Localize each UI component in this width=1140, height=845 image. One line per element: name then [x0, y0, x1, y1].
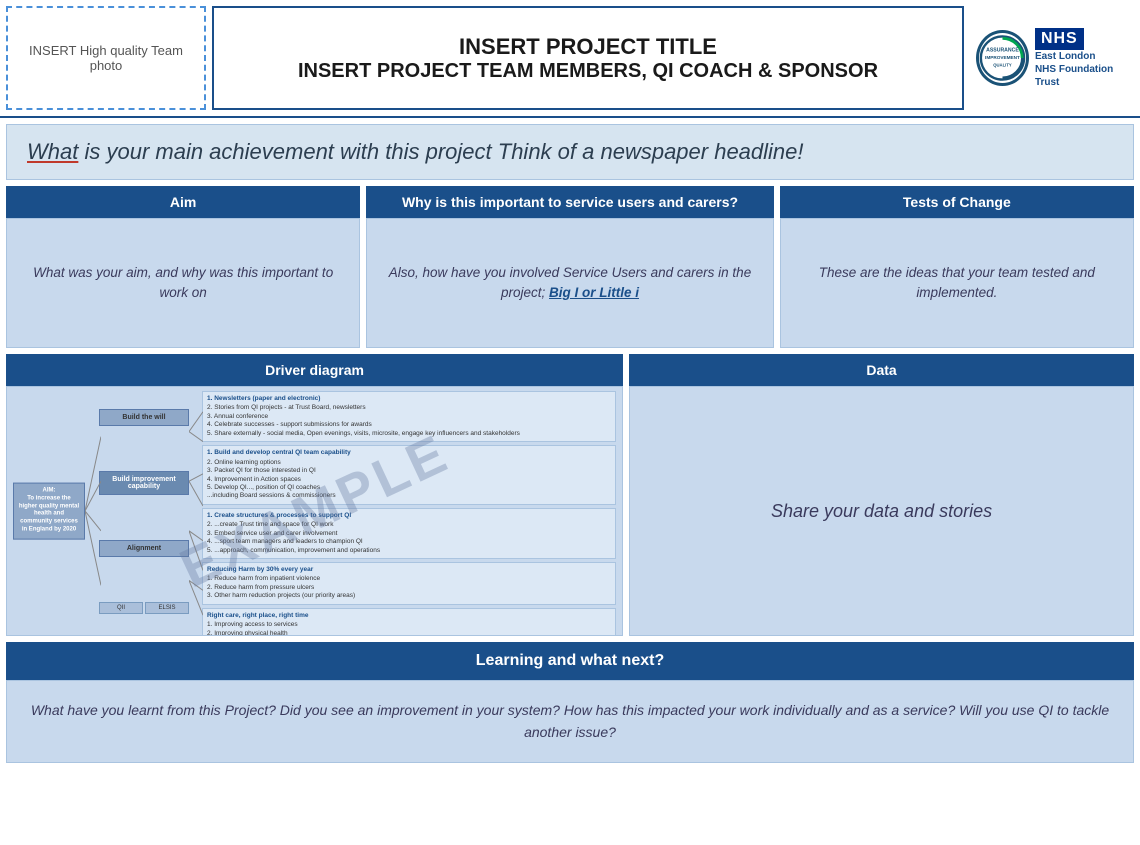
project-title-line2: INSERT PROJECT TEAM MEMBERS, QI COACH & …	[298, 60, 878, 83]
driver-primary-box-3: Alignment	[99, 540, 189, 557]
nhs-text: NHS East London NHS Foundation Trust	[1035, 28, 1134, 89]
why-header: Why is this important to service users a…	[366, 186, 773, 218]
headline-text: What is your main achievement with this …	[27, 139, 804, 164]
driver-secondary-box-1: 1. Newsletters (paper and electronic) 2.…	[202, 391, 616, 442]
svg-text:QUALITY: QUALITY	[993, 62, 1012, 67]
data-header: Data	[629, 354, 1134, 386]
nhs-circle-logo: ASSURANCE IMPROVEMENT QUALITY	[976, 30, 1029, 86]
driver-section: Driver diagram AIM: To increase the high…	[6, 354, 623, 636]
driver-aim-box: AIM: To increase the higher quality ment…	[13, 483, 85, 540]
bottom-row: Driver diagram AIM: To increase the high…	[6, 354, 1134, 636]
driver-box-small-1: QII	[99, 602, 143, 614]
big-little-i-link[interactable]: Big I or Little i	[549, 285, 639, 300]
driver-diagram-content: AIM: To increase the higher quality ment…	[7, 387, 622, 635]
aim-header: Aim	[6, 186, 360, 218]
page-header: INSERT High quality Team photo INSERT PR…	[0, 0, 1140, 118]
data-section: Data Share your data and stories	[629, 354, 1134, 636]
why-section: Why is this important to service users a…	[366, 186, 773, 348]
photo-label: INSERT High quality Team photo	[16, 43, 196, 73]
aim-section: Aim What was your aim, and why was this …	[6, 186, 360, 348]
driver-box-small-2: ELSIS	[145, 602, 189, 614]
learning-body-text: What have you learnt from this Project? …	[31, 702, 1109, 740]
headline-rest: is your main achievement with this proje…	[78, 139, 803, 164]
headline-what: What	[27, 139, 78, 164]
driver-secondary-boxes: 1. Newsletters (paper and electronic) 2.…	[202, 391, 616, 631]
driver-primary-box-2: Build improvement capability	[99, 471, 189, 495]
driver-lines-svg	[85, 387, 101, 635]
driver-secondary-box-2: 1. Build and develop central QI team cap…	[202, 445, 616, 505]
driver-lines-secondary-svg	[189, 387, 203, 635]
driver-small-boxes: QII ELSIS	[99, 602, 189, 614]
tests-section: Tests of Change These are the ideas that…	[780, 186, 1134, 348]
project-title-block[interactable]: INSERT PROJECT TITLE INSERT PROJECT TEAM…	[212, 6, 964, 110]
driver-primary-boxes: Build the will Build improvement capabil…	[99, 387, 189, 635]
why-body[interactable]: Also, how have you involved Service User…	[366, 218, 773, 348]
nhs-badge: NHS	[1035, 28, 1084, 50]
info-section-row: Aim What was your aim, and why was this …	[6, 186, 1134, 348]
driver-secondary-box-3: 1. Create structures & processes to supp…	[202, 508, 616, 559]
data-body-text: Share your data and stories	[771, 501, 992, 522]
driver-header: Driver diagram	[6, 354, 623, 386]
project-title-line1: INSERT PROJECT TITLE	[459, 34, 717, 60]
svg-text:ASSURANCE: ASSURANCE	[986, 47, 1019, 53]
aim-body[interactable]: What was your aim, and why was this impo…	[6, 218, 360, 348]
nhs-logo-area: ASSURANCE IMPROVEMENT QUALITY NHS East L…	[970, 0, 1140, 116]
why-body-text: Also, how have you involved Service User…	[379, 263, 760, 304]
aim-body-text: What was your aim, and why was this impo…	[19, 263, 347, 304]
driver-body[interactable]: AIM: To increase the higher quality ment…	[6, 386, 623, 636]
driver-primary-box-1: Build the will	[99, 409, 189, 426]
svg-text:IMPROVEMENT: IMPROVEMENT	[985, 55, 1020, 60]
tests-header: Tests of Change	[780, 186, 1134, 218]
tests-body[interactable]: These are the ideas that your team teste…	[780, 218, 1134, 348]
driver-secondary-box-5: Right care, right place, right time 1. I…	[202, 608, 616, 636]
learning-section: Learning and what next? What have you le…	[6, 642, 1134, 763]
learning-body[interactable]: What have you learnt from this Project? …	[6, 680, 1134, 763]
headline-banner[interactable]: What is your main achievement with this …	[6, 124, 1134, 180]
team-photo-placeholder[interactable]: INSERT High quality Team photo	[6, 6, 206, 110]
nhs-trust-name: East London NHS Foundation Trust	[1035, 50, 1134, 89]
tests-body-text: These are the ideas that your team teste…	[793, 263, 1121, 304]
driver-secondary-box-4: Reducing Harm by 30% every year 1. Reduc…	[202, 562, 616, 605]
learning-header: Learning and what next?	[6, 642, 1134, 680]
data-body[interactable]: Share your data and stories	[629, 386, 1134, 636]
